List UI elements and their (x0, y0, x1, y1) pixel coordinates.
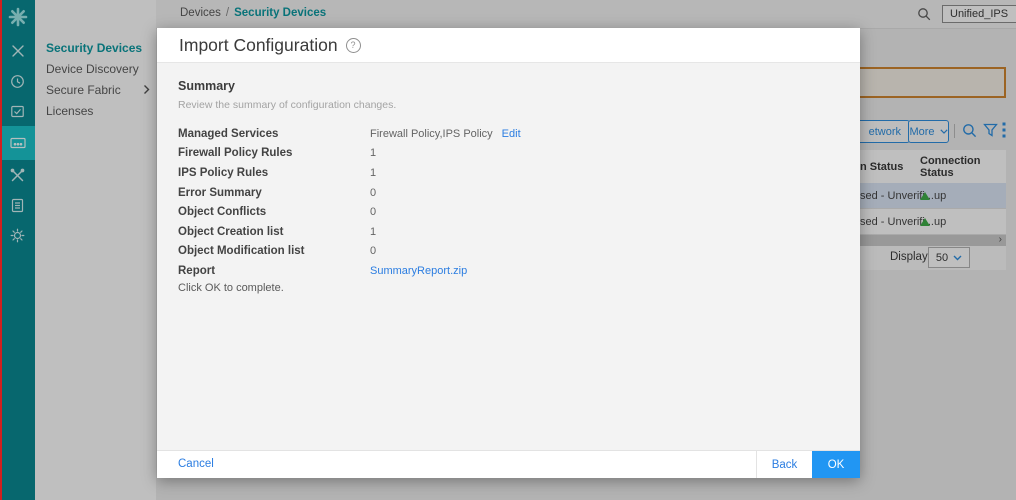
field-managed-services: Managed Services Firewall Policy,IPS Pol… (178, 124, 839, 144)
summary-report-link[interactable]: SummaryReport.zip (370, 265, 467, 277)
modal-header: Import Configuration ? (157, 28, 860, 63)
summary-fields: Managed Services Firewall Policy,IPS Pol… (178, 124, 839, 281)
field-label: Error Summary (178, 187, 370, 199)
screen: Security Devices Device Discovery Secure… (0, 0, 1016, 500)
summary-heading: Summary (178, 79, 839, 93)
field-label: Report (178, 265, 370, 277)
field-label: Managed Services (178, 128, 370, 140)
back-button[interactable]: Back (756, 451, 812, 478)
field-label: IPS Policy Rules (178, 167, 370, 179)
field-label: Firewall Policy Rules (178, 147, 370, 159)
field-value: 1 (370, 226, 376, 238)
field-object-conflicts: Object Conflicts 0 (178, 202, 839, 222)
field-firewall-policy-rules: Firewall Policy Rules 1 (178, 144, 839, 164)
field-label: Object Conflicts (178, 206, 370, 218)
field-label: Object Modification list (178, 245, 370, 257)
summary-description: Review the summary of configuration chan… (178, 99, 839, 111)
field-value: 0 (370, 206, 376, 218)
field-value: 0 (370, 245, 376, 257)
modal-footer: Cancel Back OK (157, 450, 860, 478)
field-value: 1 (370, 147, 376, 159)
ok-button[interactable]: OK (812, 451, 860, 478)
field-ips-policy-rules: IPS Policy Rules 1 (178, 163, 839, 183)
field-object-creation-list: Object Creation list 1 (178, 222, 839, 242)
completion-note: Click OK to complete. (178, 282, 839, 294)
field-value: 0 (370, 187, 376, 199)
help-circle-icon[interactable]: ? (346, 38, 361, 53)
field-label: Object Creation list (178, 226, 370, 238)
cancel-button[interactable]: Cancel (178, 458, 214, 470)
modal-title: Import Configuration (179, 35, 338, 56)
field-value: 1 (370, 167, 376, 179)
modal-body: Summary Review the summary of configurat… (157, 63, 860, 451)
field-error-summary: Error Summary 0 (178, 183, 839, 203)
field-report: Report SummaryReport.zip (178, 261, 839, 281)
import-configuration-modal: Import Configuration ? Summary Review th… (157, 28, 860, 478)
field-value: Firewall Policy,IPS Policy (370, 128, 493, 140)
field-object-modification-list: Object Modification list 0 (178, 242, 839, 262)
recording-border (0, 0, 2, 500)
edit-link[interactable]: Edit (502, 128, 521, 140)
